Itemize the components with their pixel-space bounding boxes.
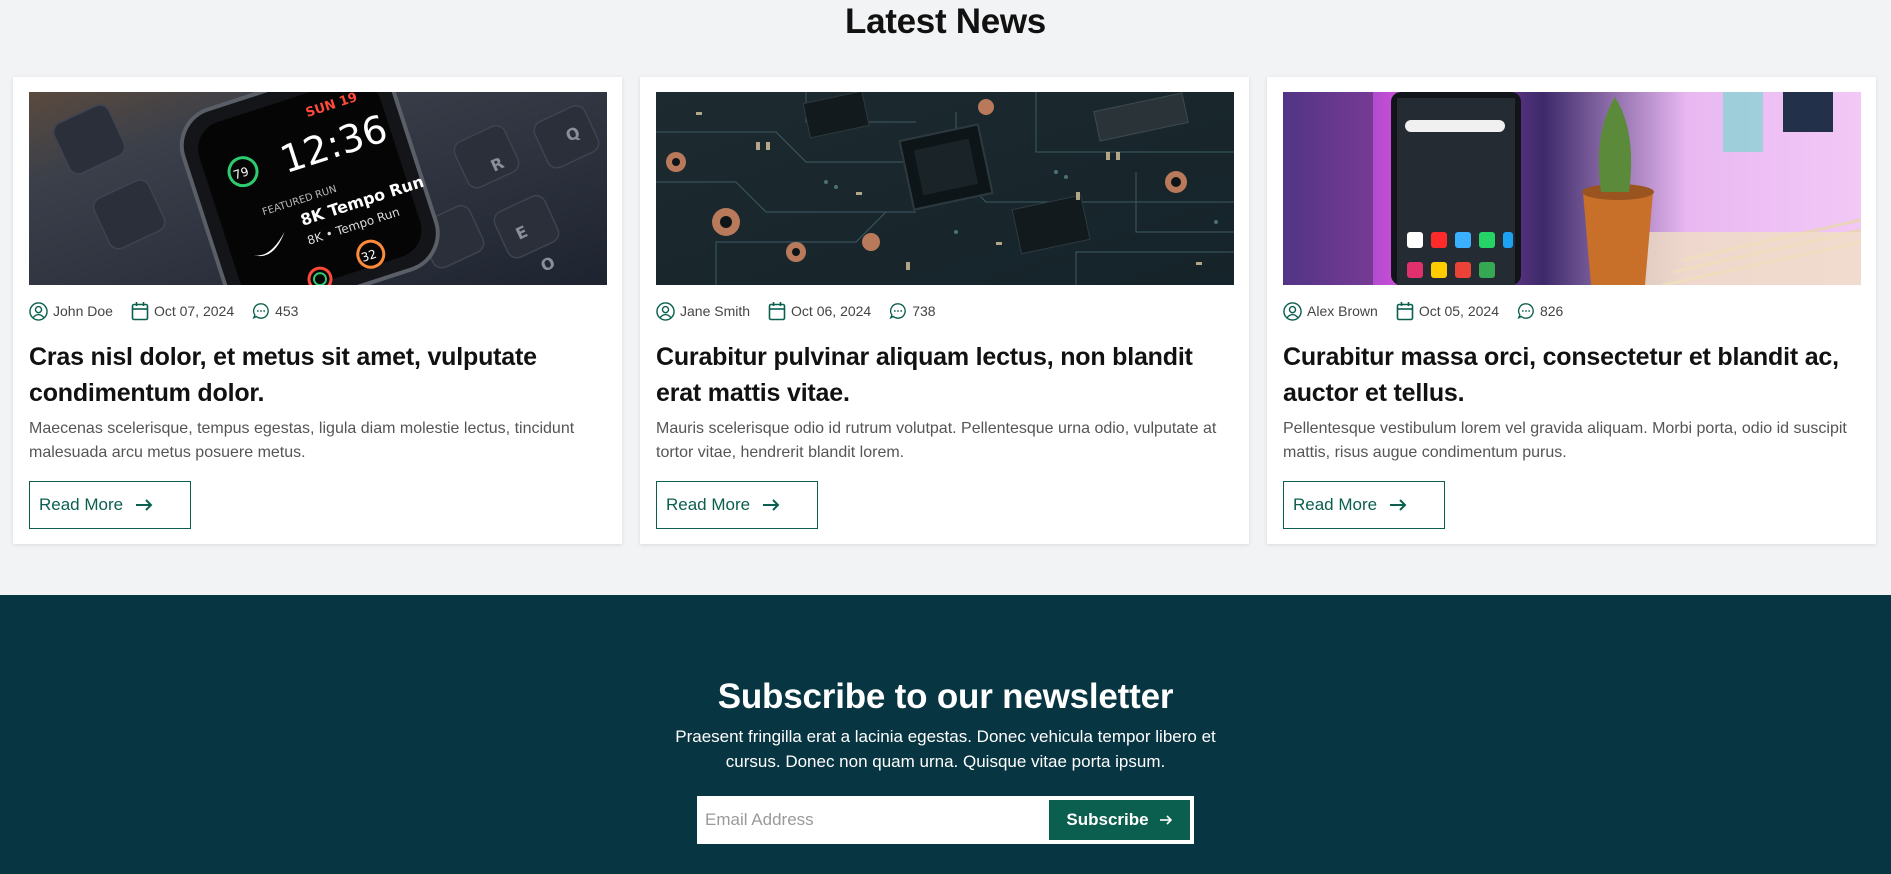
card-meta: Jane Smith Oct 06, 2024 738 [656,300,954,322]
comment-icon [889,303,907,320]
read-more-button[interactable]: Read More [29,481,191,529]
card-image-circuit-board[interactable] [656,92,1234,285]
card-title[interactable]: Curabitur massa orci, consectetur et bla… [1283,339,1863,411]
author-name: Alex Brown [1307,303,1378,319]
card-image-smartphone[interactable] [1283,92,1861,285]
card-meta: Alex Brown Oct 05, 2024 826 [1283,300,1581,322]
subscribe-label: Subscribe [1066,810,1149,829]
arrow-right-icon [136,499,153,511]
calendar-icon [768,302,786,321]
email-input[interactable] [697,798,1047,842]
comment-count: 453 [275,303,299,319]
newsletter-form: Subscribe [697,796,1194,844]
newsletter-title: Subscribe to our newsletter [717,677,1174,716]
post-date: Oct 05, 2024 [1418,303,1499,319]
author-name: John Doe [53,303,113,319]
read-more-button[interactable]: Read More [1283,481,1445,529]
calendar-icon [1396,302,1414,321]
author-meta[interactable]: John Doe [29,301,113,321]
card-excerpt: Pellentesque vestibulum lorem vel gravid… [1283,420,1847,461]
author-meta[interactable]: Alex Brown [1283,301,1378,321]
card-meta: John Doe Oct 07, 2024 453 [29,300,316,322]
post-date: Oct 07, 2024 [153,303,235,319]
card-excerpt: Maecenas scelerisque, tempus egestas, li… [29,420,575,461]
calendar-icon [131,302,149,321]
card-excerpt: Mauris scelerisque odio id rutrum volutp… [656,420,1217,461]
read-more-label: Read More [1293,495,1378,514]
arrow-right-icon [1159,815,1172,825]
arrow-right-icon [763,499,780,511]
comments-meta[interactable]: 453 [252,302,298,320]
date-meta: Oct 05, 2024 [1396,301,1499,321]
newsletter-description: Praesent fringilla erat a lacinia egesta… [675,727,1216,771]
comments-meta[interactable]: 738 [889,302,936,320]
arrow-right-icon [1390,499,1407,511]
date-meta: Oct 06, 2024 [768,301,871,321]
comment-icon [1517,303,1534,320]
subscribe-button[interactable]: Subscribe [1049,800,1190,840]
read-more-button[interactable]: Read More [656,481,818,529]
post-date: Oct 06, 2024 [791,303,872,319]
card-title[interactable]: Curabitur pulvinar aliquam lectus, non b… [656,339,1236,411]
news-card: Jane Smith Oct 06, 2024 738 Curabitur pu… [640,77,1249,544]
card-title[interactable]: Cras nisl dolor, et metus sit amet, vulp… [29,339,609,411]
card-image-smartwatch[interactable]: R E Q O SUN 19 12:36 79 FEATURED RUN 8K … [29,92,607,285]
section-title: Latest News [845,2,1046,41]
author-name: Jane Smith [680,303,751,319]
newsletter-section: Subscribe to our newsletter Praesent fri… [0,595,1891,874]
user-icon [656,301,675,321]
comment-count: 738 [912,303,936,319]
author-meta[interactable]: Jane Smith [656,301,751,321]
read-more-label: Read More [666,495,751,514]
comments-meta[interactable]: 826 [1517,302,1563,320]
latest-news-section: Latest News R E Q O SUN 19 12:36 79 FEAT… [0,0,1891,595]
user-icon [1283,301,1302,321]
user-icon [29,301,48,321]
read-more-label: Read More [39,495,124,514]
date-meta: Oct 07, 2024 [131,301,234,321]
news-card: Alex Brown Oct 05, 2024 826 Curabitur ma… [1267,77,1876,544]
comment-icon [252,303,269,320]
comment-count: 826 [1539,303,1564,319]
news-card: R E Q O SUN 19 12:36 79 FEATURED RUN 8K … [13,77,622,544]
